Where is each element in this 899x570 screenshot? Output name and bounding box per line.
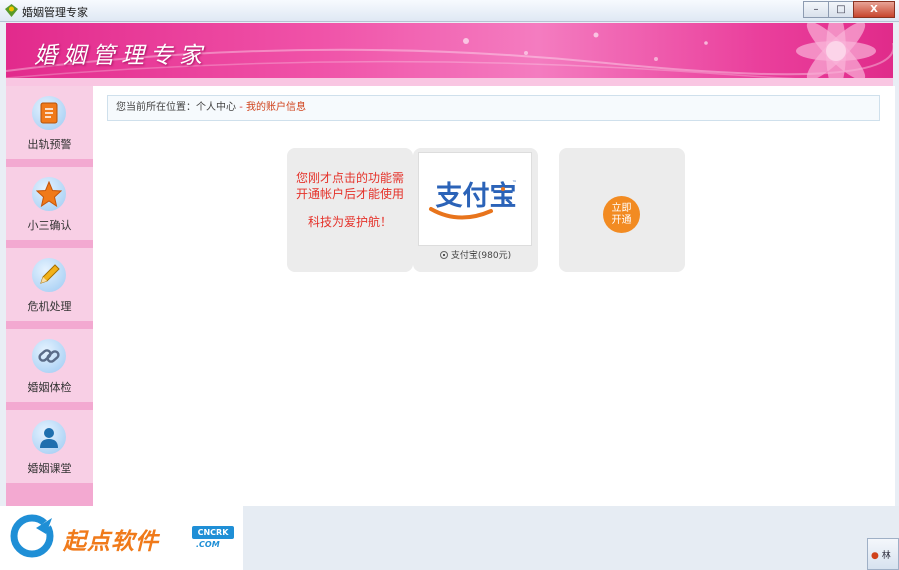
- title-bar: 婚姻管理专家 – □ X: [0, 0, 899, 22]
- breadcrumb-current[interactable]: 我的账户信息: [246, 102, 306, 113]
- breadcrumb-parent[interactable]: 个人中心: [196, 102, 236, 113]
- pencil-icon: [32, 258, 66, 292]
- user-icon: ●: [871, 551, 879, 561]
- notice-card: 您刚才点击的功能需 开通帐户后才能使用 科技为爱护航！: [287, 148, 413, 272]
- breadcrumb-prefix: 您当前所在位置：: [116, 102, 196, 113]
- alipay-option-label: 支付宝(980元): [450, 251, 512, 261]
- sidebar-item-label: 婚姻课堂: [27, 462, 72, 475]
- sidebar-item-checkup[interactable]: 婚姻体检: [6, 329, 93, 406]
- notice-slogan: 科技为爱护航！: [307, 215, 392, 229]
- taskbar-tray-item[interactable]: ● 林: [867, 538, 899, 570]
- link-icon: [32, 339, 66, 373]
- star-icon: [32, 177, 66, 211]
- sidebar-item-label: 小三确认: [27, 219, 72, 232]
- alipay-logo-text: 支付宝: [436, 180, 517, 212]
- notice-line2: 开通帐户后才能使用: [295, 187, 404, 201]
- watermark-domain: .COM: [196, 540, 220, 549]
- svg-text:™: ™: [512, 180, 517, 186]
- sidebar-item-label: 危机处理: [27, 300, 72, 313]
- sidebar-item-affair-alert[interactable]: 出轨预警: [6, 86, 93, 163]
- sidebar-item-label: 婚姻体检: [27, 381, 72, 394]
- watermark-name: 起点软件: [63, 529, 159, 555]
- user-icon: [32, 420, 66, 454]
- banner-stripe: [6, 78, 893, 86]
- breadcrumb-separator: -: [239, 102, 243, 113]
- window-title: 婚姻管理专家: [22, 6, 88, 19]
- header-banner: 婚姻管理专家: [6, 23, 893, 86]
- tray-label: 林: [881, 551, 891, 561]
- watermark-logo-icon: [10, 514, 54, 558]
- sidebar-item-classroom[interactable]: 婚姻课堂: [6, 410, 93, 487]
- minimize-button[interactable]: –: [803, 1, 829, 18]
- payment-card: 支付宝 ™ 支付宝(980元): [413, 148, 538, 272]
- app-brand-title: 婚姻管理专家: [34, 43, 208, 69]
- sidebar-item-mistress-confirm[interactable]: 小三确认: [6, 167, 93, 244]
- main-content: 您当前所在位置：个人中心 - 我的账户信息 您刚才点击的功能需 开通帐户后才能使…: [93, 86, 895, 506]
- open-now-line1: 立即: [611, 202, 632, 214]
- document-icon: [32, 96, 66, 130]
- sidebar-item-label: 出轨预警: [27, 138, 72, 151]
- sidebar: 出轨预警 小三确认 危机处理 婚姻体检 婚姻课堂: [6, 86, 93, 506]
- app-logo-icon: [5, 4, 18, 17]
- watermark: 起点软件 CNCRK .COM: [0, 506, 243, 570]
- watermark-badge: CNCRK: [192, 526, 234, 539]
- open-now-line2: 开通: [611, 214, 632, 226]
- maximize-button[interactable]: □: [828, 1, 854, 18]
- alipay-option[interactable]: 支付宝(980元): [413, 248, 538, 261]
- open-account-card: 立即 开通: [559, 148, 685, 272]
- notice-text: 您刚才点击的功能需 开通帐户后才能使用 科技为爱护航！: [287, 170, 413, 230]
- alipay-logo-box[interactable]: 支付宝 ™: [418, 152, 532, 246]
- notice-line1: 您刚才点击的功能需: [295, 171, 404, 185]
- open-now-button[interactable]: 立即 开通: [603, 196, 640, 233]
- sidebar-item-crisis[interactable]: 危机处理: [6, 248, 93, 325]
- breadcrumb: 您当前所在位置：个人中心 - 我的账户信息: [107, 95, 880, 121]
- alipay-logo-icon: 支付宝 ™: [429, 180, 517, 220]
- close-button[interactable]: X: [853, 1, 895, 18]
- alipay-radio[interactable]: [439, 250, 448, 259]
